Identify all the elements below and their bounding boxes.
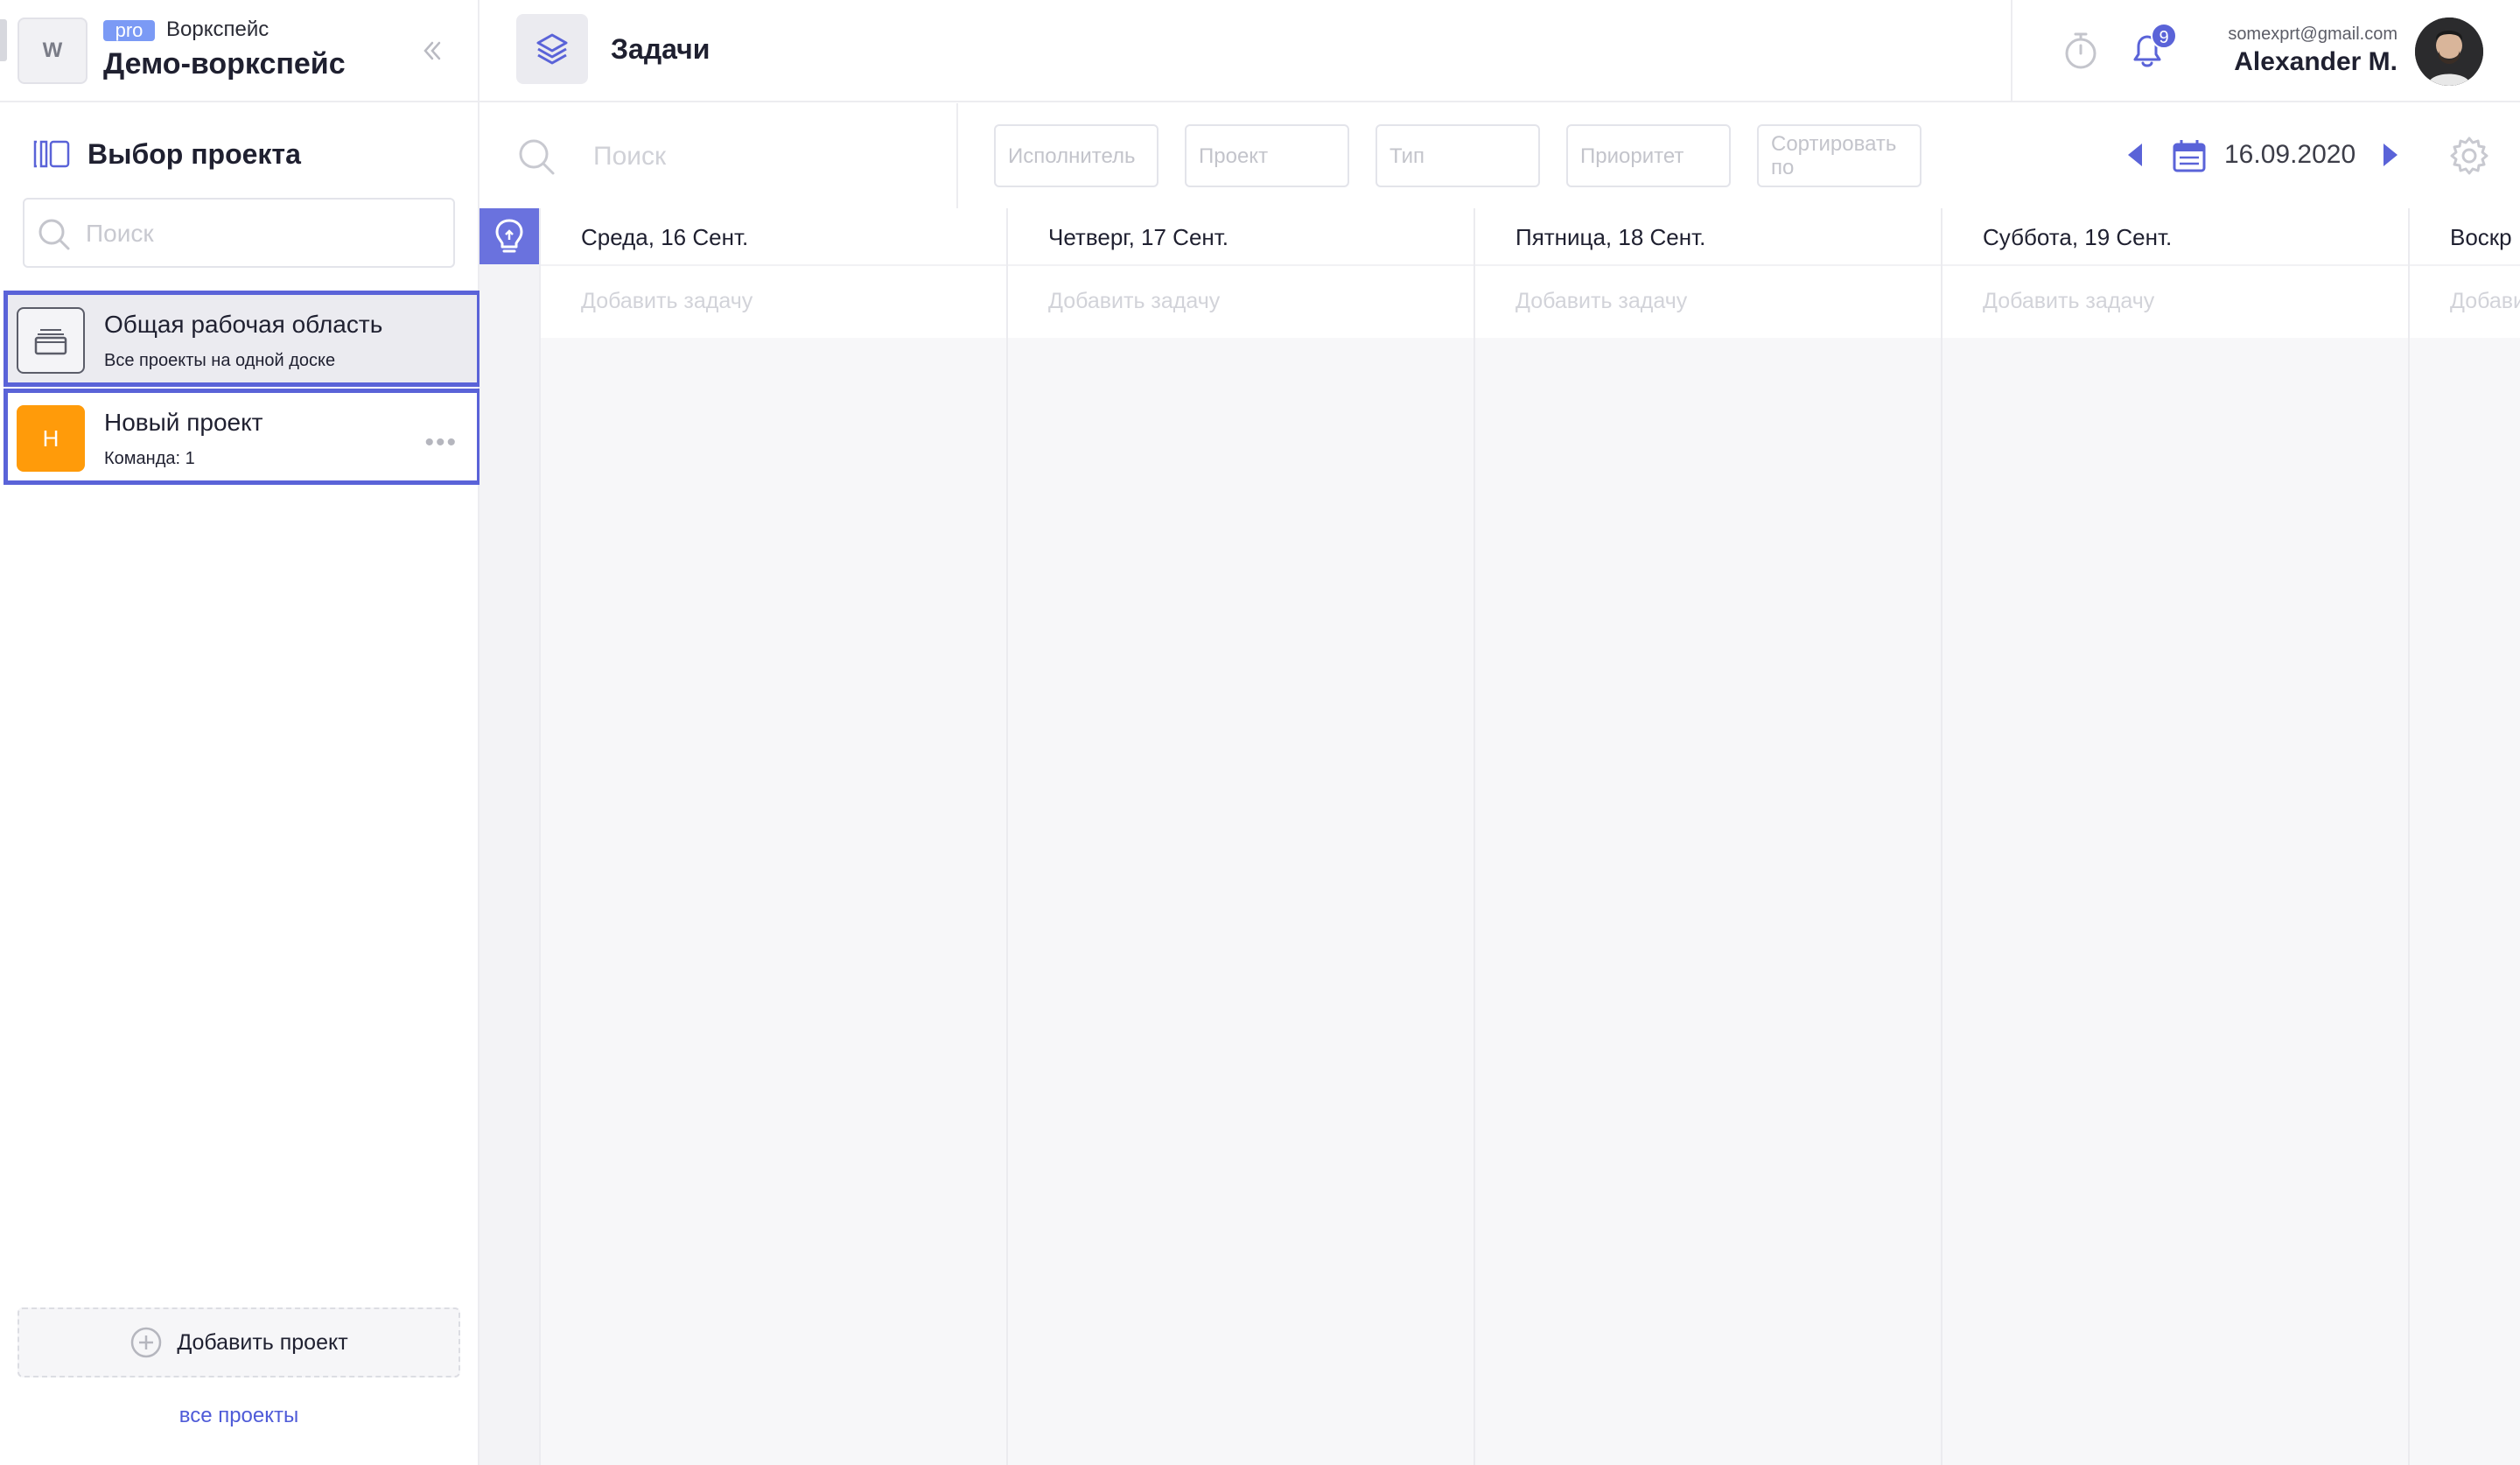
day-column-header: Пятница, 18 Сент.: [1475, 208, 1941, 266]
stack-box-icon: [34, 329, 67, 355]
board-rail: [480, 208, 541, 1465]
filter-bar: Исполнитель Проект Тип Приоритет Сортиро…: [480, 103, 2520, 208]
type-filter[interactable]: Тип: [1376, 124, 1540, 187]
lightbulb-icon: [495, 219, 523, 253]
project-subtitle: Все проекты на одной доске: [104, 351, 336, 370]
header-divider: [2011, 0, 2012, 102]
add-task-label: Добавить задачу: [1516, 289, 1688, 313]
page-title: Задачи: [611, 33, 710, 65]
add-task-button[interactable]: Добавить задачу: [1942, 266, 2408, 338]
day-title: Воскр: [2450, 224, 2512, 250]
project-filter[interactable]: Проект: [1185, 124, 1349, 187]
project-item-new-project[interactable]: Н Новый проект Команда: 1 •••: [4, 389, 481, 485]
project-name: Новый проект: [104, 409, 263, 436]
user-avatar[interactable]: [2415, 18, 2483, 86]
priority-filter[interactable]: Приоритет: [1566, 124, 1731, 187]
project-search-input[interactable]: [86, 212, 436, 256]
filter-divider: [956, 103, 958, 208]
more-options-icon[interactable]: •••: [424, 428, 458, 458]
day-column: Среда, 16 Сент. Добавить задачу: [541, 208, 1008, 1465]
day-column-header: Воскр: [2410, 208, 2520, 266]
project-board-icon: [33, 140, 70, 168]
plus-circle-icon: [131, 1327, 162, 1358]
day-column-header: Суббота, 19 Сент.: [1942, 208, 2408, 266]
day-column: Воскр Добавить задачу: [2410, 208, 2520, 1465]
add-task-button[interactable]: Добавить задачу: [541, 266, 1006, 338]
add-task-label: Добавить задачу: [2450, 289, 2520, 313]
ideas-button[interactable]: [480, 208, 539, 264]
project-search-field[interactable]: [23, 198, 455, 268]
top-header: Задачи 9 somexprt@gmail.com Alexander M.: [480, 0, 2520, 102]
layers-icon: [536, 33, 568, 65]
calendar-icon[interactable]: [2172, 138, 2207, 173]
next-date-arrow-icon[interactable]: [2384, 144, 2398, 166]
workspace-avatar[interactable]: W: [18, 18, 88, 84]
add-task-label: Добавить задачу: [1048, 289, 1221, 313]
project-item-common-workspace[interactable]: Общая рабочая область Все проекты на одн…: [4, 291, 481, 387]
notification-count-badge: 9: [2151, 23, 2177, 49]
user-name[interactable]: Alexander M.: [2234, 47, 2398, 77]
day-title: Четверг, 17 Сент.: [1048, 224, 1229, 250]
day-column-header: Четверг, 17 Сент.: [1008, 208, 1474, 266]
add-task-button[interactable]: Добавить задачу: [1475, 266, 1941, 338]
workspace-header: W pro Воркспейс Демо-воркспейс: [0, 0, 478, 102]
project-name: Общая рабочая область: [104, 311, 383, 338]
collapse-sidebar-button[interactable]: [413, 32, 452, 70]
day-title: Суббота, 19 Сент.: [1983, 224, 2173, 250]
day-column: Суббота, 19 Сент. Добавить задачу: [1942, 208, 2410, 1465]
day-column-header: Среда, 16 Сент.: [541, 208, 1006, 266]
all-projects-link[interactable]: все проекты: [0, 1404, 478, 1428]
sidebar: W pro Воркспейс Демо-воркспейс Выбор про…: [0, 0, 536, 1465]
current-date[interactable]: 16.09.2020: [2224, 140, 2356, 170]
workspace-name[interactable]: Демо-воркспейс: [103, 47, 346, 81]
user-email: somexprt@gmail.com: [2228, 25, 2398, 44]
add-project-label: Добавить проект: [177, 1329, 348, 1355]
previous-date-arrow-icon[interactable]: [2128, 144, 2142, 166]
add-task-label: Добавить задачу: [581, 289, 753, 313]
workspace-kind-label: Воркспейс: [166, 18, 270, 41]
task-search-input[interactable]: [593, 135, 926, 179]
project-picker-heading: Выбор проекта: [88, 138, 301, 170]
sort-by-select[interactable]: Сортировать по: [1757, 124, 1922, 187]
project-initial-avatar: Н: [17, 405, 85, 472]
add-task-label: Добавить задачу: [1983, 289, 2155, 313]
day-title: Среда, 16 Сент.: [581, 224, 749, 250]
day-column: Четверг, 17 Сент. Добавить задачу: [1008, 208, 1475, 1465]
plan-badge: pro: [103, 20, 155, 41]
day-title: Пятница, 18 Сент.: [1516, 224, 1706, 250]
day-column: Пятница, 18 Сент. Добавить задачу: [1475, 208, 1942, 1465]
search-icon: [38, 219, 70, 250]
assignee-filter[interactable]: Исполнитель: [994, 124, 1158, 187]
search-icon: [519, 139, 555, 175]
double-chevron-left-icon: [424, 41, 441, 60]
page-icon: [516, 14, 588, 84]
add-task-button[interactable]: Добавить задачу: [2410, 266, 2520, 338]
add-task-button[interactable]: Добавить задачу: [1008, 266, 1474, 338]
user-photo-icon: [2415, 18, 2483, 86]
task-board: Среда, 16 Сент. Добавить задачу Четверг,…: [480, 208, 2520, 1465]
project-subtitle: Команда: 1: [104, 449, 195, 468]
stopwatch-icon[interactable]: [2060, 30, 2102, 72]
gear-icon[interactable]: [2448, 135, 2490, 177]
common-workspace-thumb: [17, 307, 85, 374]
workspace-switcher-edge[interactable]: [0, 19, 7, 61]
add-project-button[interactable]: Добавить проект: [18, 1307, 460, 1377]
